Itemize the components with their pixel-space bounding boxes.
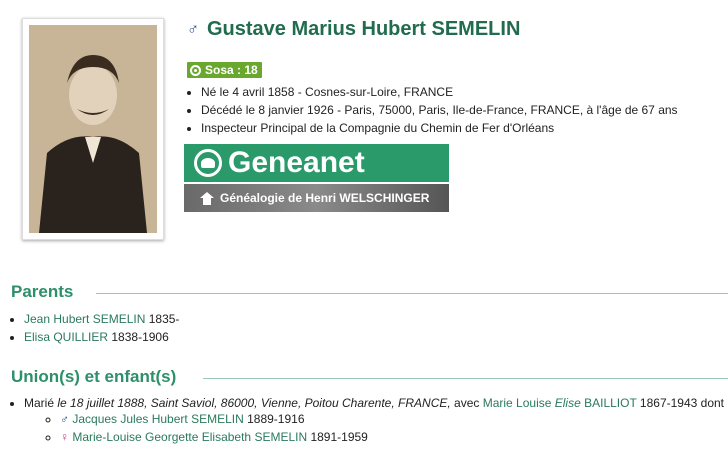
- unions-divider: [203, 378, 728, 379]
- portrait-frame: [22, 18, 164, 240]
- parent-link-father[interactable]: Jean Hubert SEMELIN: [24, 312, 145, 326]
- parents-list: Jean Hubert SEMELIN 1835- Elisa QUILLIER…: [24, 310, 179, 346]
- person-name: Gustave Marius Hubert SEMELIN: [207, 18, 521, 40]
- birth-fact: Né le 4 avril 1858 - Cosnes-sur-Loire, F…: [201, 83, 678, 101]
- list-item: Elisa QUILLIER 1838-1906: [24, 328, 179, 346]
- family-tree-link[interactable]: Généalogie de Henri WELSCHINGER: [184, 184, 449, 212]
- spouse-link[interactable]: Marie Louise Elise BAILLIOT: [483, 396, 637, 410]
- occupation-fact: Inspecteur Principal de la Compagnie du …: [201, 119, 678, 137]
- geneanet-tree-icon: [194, 149, 222, 177]
- parents-heading: Parents: [11, 282, 74, 301]
- parent-dates: 1835-: [148, 312, 180, 326]
- parent-dates: 1838-1906: [111, 330, 169, 344]
- sosa-label: Sosa : 18: [205, 63, 258, 77]
- target-icon: [190, 64, 201, 76]
- family-tree-label: Généalogie de Henri WELSCHINGER: [220, 191, 430, 205]
- person-facts: Né le 4 avril 1858 - Cosnes-sur-Loire, F…: [201, 83, 678, 137]
- list-item: ♂ Jacques Jules Hubert SEMELIN 1889-1916: [60, 410, 368, 428]
- sosa-badge: Sosa : 18: [187, 62, 262, 78]
- child-dates: 1889-1916: [243, 412, 305, 426]
- children-list: ♂ Jacques Jules Hubert SEMELIN 1889-1916…: [60, 410, 368, 446]
- male-gender-icon: ♂: [187, 20, 199, 38]
- child-dates: 1891-1959: [307, 430, 368, 444]
- geneanet-logo[interactable]: Geneanet: [184, 144, 449, 182]
- portrait-photo[interactable]: [29, 25, 157, 233]
- list-item: ♀ Marie-Louise Georgette Elisabeth SEMEL…: [60, 428, 368, 446]
- parents-divider: [96, 293, 728, 294]
- male-gender-icon: ♂: [60, 412, 69, 426]
- female-gender-icon: ♀: [60, 430, 69, 444]
- person-heading: ♂ Gustave Marius Hubert SEMELIN: [187, 18, 520, 41]
- child-link[interactable]: Jacques Jules Hubert SEMELIN: [72, 412, 243, 426]
- unions-heading: Union(s) et enfant(s): [11, 367, 177, 386]
- parent-link-mother[interactable]: Elisa QUILLIER: [24, 330, 108, 344]
- portrait-image: [29, 25, 157, 233]
- death-fact: Décédé le 8 janvier 1926 - Paris, 75000,…: [201, 101, 678, 119]
- geneanet-wordmark: Geneanet: [228, 146, 365, 179]
- home-icon: [200, 191, 214, 205]
- child-link[interactable]: Marie-Louise Georgette Elisabeth SEMELIN: [72, 430, 307, 444]
- spouse-dates: 1867-1943 dont: [636, 396, 725, 410]
- list-item: Jean Hubert SEMELIN 1835-: [24, 310, 179, 328]
- marriage-date-place: le 18 juillet 1888, Saint Saviol, 86000,…: [57, 396, 451, 410]
